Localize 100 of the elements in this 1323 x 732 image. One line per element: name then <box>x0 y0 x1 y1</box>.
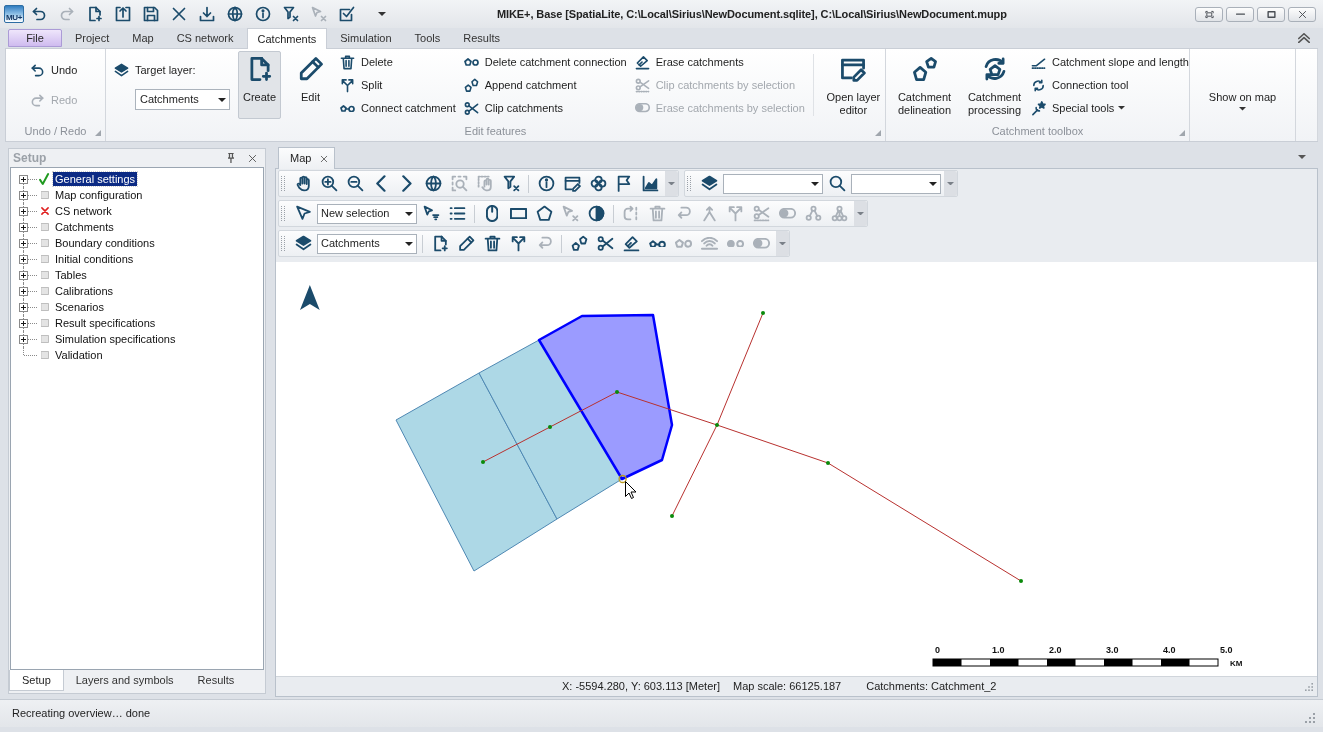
ribbon-button[interactable]: Delete <box>340 52 456 72</box>
upload-icon[interactable] <box>115 6 131 22</box>
tree-item[interactable]: Tables <box>53 268 89 282</box>
ribbon-button[interactable]: Edit <box>289 51 332 119</box>
expand-icon[interactable] <box>19 302 28 312</box>
expand-icon[interactable] <box>19 206 28 216</box>
ribbon-tab[interactable]: CS network <box>166 28 244 48</box>
chevron-right-icon[interactable] <box>402 175 412 192</box>
layer-dropdown[interactable]: Catchments <box>135 89 230 110</box>
cycle-arrows-icon[interactable] <box>1031 77 1046 93</box>
chevron-up-icon[interactable] <box>1298 32 1310 43</box>
ribbon-button[interactable]: Split <box>340 75 456 95</box>
pentagons-icon[interactable] <box>463 77 479 93</box>
download-icon[interactable] <box>199 6 215 22</box>
expand-icon[interactable] <box>19 254 28 264</box>
ribbon-button[interactable]: Catchment processing <box>961 51 1028 119</box>
chevron-left-icon[interactable] <box>376 175 386 192</box>
ribbon-tab[interactable]: Catchments <box>246 28 328 49</box>
tree-item[interactable]: Catchments <box>53 220 116 234</box>
ribbon-tab[interactable]: Results <box>453 28 510 48</box>
catchment-polygon[interactable] <box>478 339 623 520</box>
ribbon-button[interactable]: Catchment delineation <box>891 51 958 119</box>
tree-item[interactable]: Result specifications <box>53 316 158 330</box>
split-arrows-icon[interactable] <box>340 77 355 93</box>
tree-item[interactable]: Initial conditions <box>53 252 136 266</box>
new-document-icon[interactable] <box>87 6 103 22</box>
expand-icon[interactable] <box>19 334 28 344</box>
close-icon[interactable] <box>248 153 257 163</box>
mouse-icon[interactable] <box>485 205 499 222</box>
ribbon-tab[interactable]: Simulation <box>330 28 402 48</box>
globe-icon[interactable] <box>227 6 243 22</box>
file-tab[interactable]: File <box>8 29 62 47</box>
app-logo[interactable]: MU+ <box>4 5 24 23</box>
expand-icon[interactable] <box>19 286 28 296</box>
pentagon-circle-icon[interactable] <box>463 58 479 66</box>
drag-handle-icon[interactable] <box>281 205 285 222</box>
ribbon-button[interactable]: Catchment slope and length <box>1031 52 1189 72</box>
node-link-icon[interactable] <box>340 104 355 112</box>
panel-tab[interactable]: Layers and symbols <box>63 670 186 691</box>
close-icon[interactable] <box>171 6 187 22</box>
trash-icon[interactable] <box>340 54 355 70</box>
save-icon[interactable] <box>143 6 159 22</box>
frame-icon[interactable] <box>1204 9 1214 19</box>
minimize-icon[interactable] <box>1235 12 1245 16</box>
ribbon-tab[interactable]: Map <box>122 28 164 48</box>
fullscreen-button[interactable] <box>1195 6 1223 22</box>
caret-icon[interactable] <box>929 181 937 186</box>
info-icon[interactable] <box>255 6 271 22</box>
pin-icon[interactable] <box>228 153 234 163</box>
expand-icon[interactable] <box>19 318 28 328</box>
maximize-icon[interactable] <box>1266 9 1276 19</box>
ribbon-button[interactable]: Erase catchments <box>634 52 805 72</box>
wrench-star-icon[interactable] <box>1031 100 1046 116</box>
ribbon-button[interactable]: Connect catchment <box>340 98 456 118</box>
maximize-button[interactable] <box>1257 6 1285 22</box>
ribbon-button[interactable]: Special tools <box>1031 98 1189 118</box>
caret-icon[interactable] <box>218 97 226 102</box>
expand-icon[interactable] <box>19 174 28 184</box>
resize-grip-icon[interactable] <box>1305 682 1313 691</box>
close-button[interactable] <box>1288 6 1316 22</box>
tree-item[interactable]: Boundary conditions <box>53 236 157 250</box>
node-link-icon[interactable] <box>648 239 666 248</box>
tree-item[interactable]: CS network <box>53 204 114 218</box>
ribbon-button[interactable]: Delete catchment connection <box>463 52 627 72</box>
tree-item[interactable]: General settings <box>53 172 138 186</box>
scissors-icon[interactable] <box>463 100 479 116</box>
close-icon[interactable] <box>1297 9 1307 19</box>
drag-handle-icon[interactable] <box>281 235 285 252</box>
caret-icon[interactable] <box>1239 107 1246 111</box>
document-tab[interactable]: Map <box>278 147 335 169</box>
overflow-button[interactable] <box>854 201 867 226</box>
expand-icon[interactable] <box>19 190 28 200</box>
caret-icon[interactable] <box>405 241 413 246</box>
pencil-icon[interactable] <box>297 56 324 82</box>
funnel-x-icon[interactable] <box>283 6 299 22</box>
tree-item[interactable]: Calibrations <box>53 284 116 298</box>
pentagons-icon[interactable] <box>911 56 938 82</box>
tree-item[interactable]: Simulation specifications <box>53 332 178 346</box>
caret-icon[interactable] <box>378 12 386 16</box>
close-icon[interactable] <box>320 154 328 163</box>
expand-icon[interactable] <box>19 270 28 280</box>
tree-item[interactable]: Scenarios <box>53 300 106 314</box>
dropdown[interactable]: New selection <box>317 203 417 224</box>
ribbon-button[interactable]: Connection tool <box>1031 75 1189 95</box>
drag-handle-icon[interactable] <box>687 175 691 192</box>
overflow-button[interactable] <box>944 171 957 196</box>
ribbon-button[interactable]: Append catchment <box>463 75 627 95</box>
ribbon-tab[interactable]: Tools <box>404 28 451 48</box>
caret-icon[interactable] <box>811 181 819 186</box>
panel-tab[interactable]: Results <box>185 670 247 691</box>
undo-icon[interactable] <box>31 6 47 22</box>
ribbon-tab[interactable]: Project <box>65 28 120 48</box>
dropdown[interactable]: Catchments <box>317 233 417 254</box>
card-pencil-icon[interactable] <box>840 56 867 82</box>
ribbon-button[interactable]: Create <box>238 51 281 119</box>
ribbon-button[interactable]: Undo <box>30 60 78 80</box>
caret-icon[interactable] <box>405 211 413 216</box>
tree-item[interactable]: Validation <box>53 348 105 362</box>
ribbon-button[interactable]: Open layer editor <box>821 51 885 119</box>
expand-icon[interactable] <box>19 238 28 248</box>
